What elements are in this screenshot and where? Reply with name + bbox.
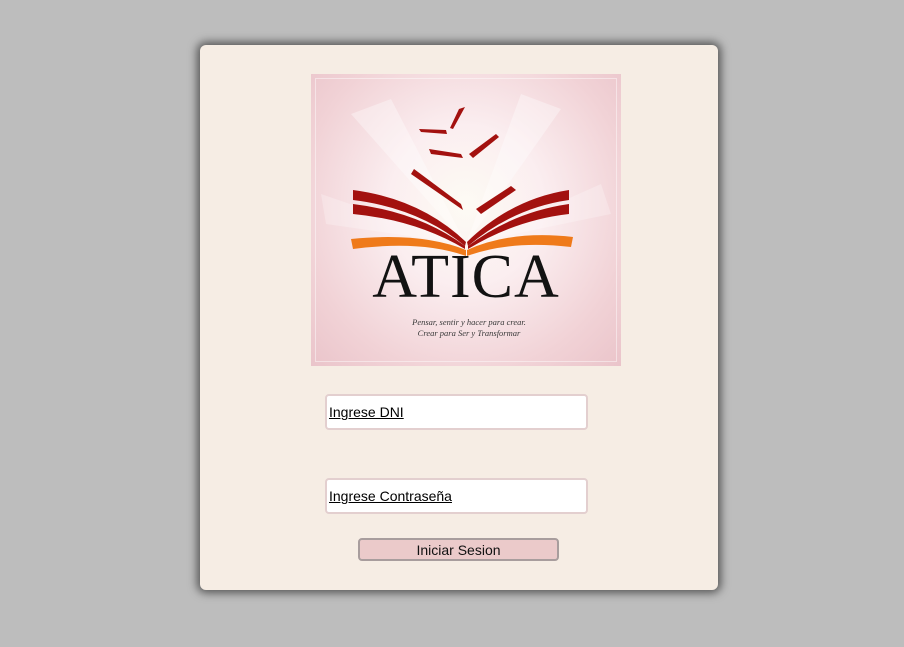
login-card: ATICA Pensar, sentir y hacer para crear.… — [200, 45, 718, 590]
logo-wordmark: ATICA — [372, 243, 560, 311]
dni-input[interactable]: Ingrese DNI — [325, 394, 588, 430]
login-button[interactable]: Iniciar Sesion — [358, 538, 559, 561]
logo-tagline-line2: Crear para Ser y Transformar — [417, 328, 521, 338]
dni-placeholder: Ingrese DNI — [329, 404, 404, 420]
atica-logo: ATICA Pensar, sentir y hacer para crear.… — [311, 74, 621, 366]
logo-tagline-line1: Pensar, sentir y hacer para crear. — [412, 317, 526, 327]
password-input[interactable]: Ingrese Contraseña — [325, 478, 588, 514]
password-placeholder: Ingrese Contraseña — [329, 488, 452, 504]
